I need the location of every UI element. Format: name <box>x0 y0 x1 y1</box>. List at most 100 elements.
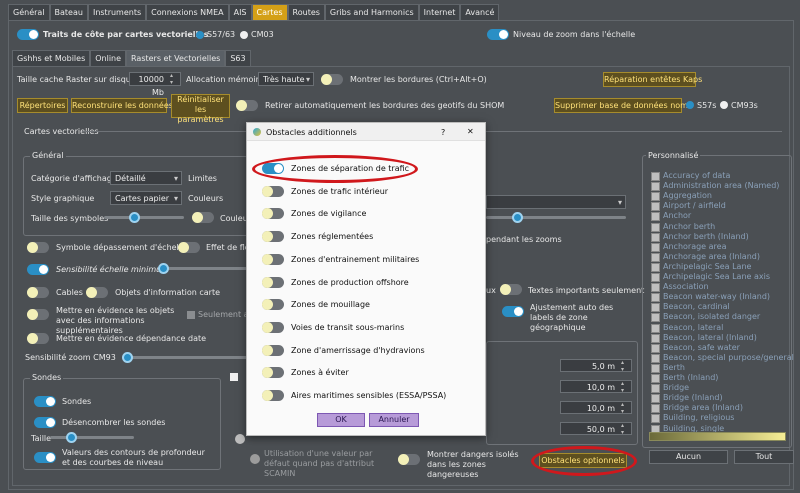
personnalise-item[interactable]: Bridge area (Inland) <box>651 403 743 414</box>
dialog-help-button[interactable]: ? <box>441 128 445 137</box>
cables-toggle[interactable] <box>27 287 49 298</box>
dialog-ok-button[interactable]: OK <box>317 413 365 427</box>
personnalise-item[interactable]: Bridge (Inland) <box>651 393 723 404</box>
dialog-option-toggle[interactable] <box>262 253 284 265</box>
tab-gribs[interactable]: Gribs and Harmonics <box>324 4 419 20</box>
sensib-cm93-slider[interactable] <box>123 356 248 359</box>
repertoires-button[interactable]: Répertoires <box>17 98 68 113</box>
partial-toggle-knob[interactable] <box>235 434 245 444</box>
s57s-radio[interactable] <box>686 101 694 109</box>
mettre-dep-toggle[interactable] <box>27 333 49 344</box>
sensib-min-slider[interactable] <box>160 267 248 270</box>
montrer-dangers-toggle[interactable] <box>398 454 420 465</box>
dialog-option-toggle[interactable] <box>262 185 284 197</box>
partial-checkbox[interactable] <box>230 373 238 381</box>
personnalise-item[interactable]: Beacon, lateral <box>650 323 723 333</box>
tab-instruments[interactable]: Instruments <box>87 4 147 20</box>
list-scrollbar[interactable] <box>649 432 786 441</box>
valeurs-toggle[interactable] <box>34 452 56 463</box>
personnalise-item[interactable]: Beacon, lateral (Inland) <box>651 333 757 343</box>
cm03-radio[interactable] <box>240 31 248 39</box>
tab-online[interactable]: Online <box>90 50 127 66</box>
dialog-close-button[interactable]: ✕ <box>467 127 474 136</box>
suppr-noms-button[interactable]: Supprimer base de données noms <box>554 98 692 113</box>
personnalise-item[interactable]: Archipelagic Sea Lane axis <box>650 272 770 282</box>
personnalise-item[interactable]: Anchor berth <box>650 222 715 232</box>
dialog-annuler-button[interactable]: Annuler <box>369 413 419 427</box>
borders-toggle[interactable] <box>321 74 343 85</box>
dialog-option-toggle[interactable] <box>262 321 284 333</box>
personnalise-item[interactable]: Airport / airfield <box>651 201 726 212</box>
dialog-option-toggle[interactable] <box>262 367 284 379</box>
sondes-toggle[interactable] <box>34 396 56 407</box>
sym-depass-toggle[interactable] <box>27 242 49 253</box>
middle-knob[interactable] <box>512 212 523 223</box>
mettre-obj-toggle[interactable] <box>27 309 49 320</box>
tab-connexions-nmea[interactable]: Connexions NMEA <box>146 4 229 20</box>
tab-bateau[interactable]: Bateau <box>49 4 88 20</box>
objets-info-toggle[interactable] <box>86 287 108 298</box>
tab-ais[interactable]: AIS <box>228 4 252 20</box>
cat-select[interactable]: Détaillé <box>110 171 182 185</box>
tab-internet[interactable]: Internet <box>418 4 461 20</box>
personnalise-item[interactable]: Anchorage area (Inland) <box>651 252 760 262</box>
textes-imp-toggle[interactable] <box>500 284 522 295</box>
symbol-size-knob[interactable] <box>129 212 140 223</box>
dialog-option-toggle[interactable] <box>262 208 284 220</box>
zoom-echelle-toggle[interactable] <box>487 29 509 40</box>
retirer-toggle[interactable] <box>236 100 258 111</box>
personnalise-item[interactable]: Berth (Inland) <box>650 373 718 383</box>
personnalise-item[interactable]: Association <box>651 282 709 293</box>
personnalise-item[interactable]: Archipelagic Sea Lane <box>650 262 751 272</box>
middle-select[interactable] <box>486 195 626 209</box>
personnalise-item[interactable]: Beacon, safe water <box>651 343 740 353</box>
tab-routes[interactable]: Routes <box>287 4 325 20</box>
cm93s-radio[interactable] <box>720 101 728 109</box>
depth-input-1[interactable]: 5,0 m <box>560 359 632 373</box>
dialog-option-toggle[interactable] <box>262 231 284 243</box>
personnalise-item[interactable]: Anchor <box>650 211 691 222</box>
personnalise-item[interactable]: Aggregation <box>651 191 712 202</box>
sensib-cm93-knob[interactable] <box>122 352 133 363</box>
sensib-min-toggle[interactable] <box>27 264 49 275</box>
tab-rasters[interactable]: Rasters et Vectorielles <box>126 50 226 66</box>
personnalise-item[interactable]: Bridge <box>650 383 689 394</box>
rebuild-button[interactable]: Reconstruire les données <box>71 98 173 113</box>
tab-cartes[interactable]: Cartes <box>251 4 288 20</box>
sensib-min-knob[interactable] <box>158 263 169 274</box>
couleur-toggle[interactable] <box>192 212 214 223</box>
personnalise-item[interactable]: Beacon water-way (Inland) <box>650 292 770 303</box>
aucun-button[interactable]: Aucun <box>649 450 728 464</box>
tout-button[interactable]: Tout <box>734 450 794 464</box>
dialog-option-toggle[interactable] <box>262 344 284 356</box>
reinit-button[interactable]: Réinitialiser les paramètres <box>171 94 230 124</box>
seulement-checkbox[interactable] <box>187 311 195 319</box>
personnalise-item[interactable]: Beacon, special purpose/general <box>651 353 794 363</box>
depth-input-4[interactable]: 50,0 m <box>560 422 632 436</box>
dialog-option-toggle[interactable] <box>262 299 284 311</box>
depth-input-2[interactable]: 10,0 m <box>560 380 632 394</box>
middle-slider[interactable] <box>486 216 626 219</box>
taille-slider[interactable] <box>50 436 134 439</box>
effet-toggle[interactable] <box>178 242 200 253</box>
symbol-size-slider[interactable] <box>104 216 184 219</box>
tab-avance[interactable]: Avancé <box>460 4 500 20</box>
dialog-option-toggle[interactable] <box>262 276 284 288</box>
alloc-select[interactable]: Très haute <box>258 72 314 86</box>
personnalise-item[interactable]: Anchor berth (Inland) <box>651 232 749 242</box>
tab-general[interactable]: Général <box>8 4 50 20</box>
personnalise-item[interactable]: Administration area (Named) <box>650 181 779 192</box>
style-select[interactable]: Cartes papier <box>110 191 182 205</box>
personnalise-item[interactable]: Beacon, cardinal <box>651 302 730 313</box>
personnalise-item[interactable]: Berth <box>651 363 685 373</box>
repair-kaps-button[interactable]: Réparation entêtes Kaps <box>603 72 702 87</box>
personnalise-item[interactable]: Building, religious <box>650 413 734 424</box>
dialog-option-toggle[interactable] <box>262 390 284 401</box>
traits-cote-toggle[interactable] <box>17 29 39 40</box>
cache-input[interactable]: 10000 Mb <box>129 72 181 97</box>
personnalise-item[interactable]: Accuracy of data <box>650 171 730 181</box>
personnalise-item[interactable]: Beacon, isolated danger <box>650 312 760 323</box>
desencombrer-toggle[interactable] <box>34 417 56 428</box>
taille-knob[interactable] <box>66 432 77 443</box>
personnalise-item[interactable]: Anchorage area <box>650 242 726 252</box>
